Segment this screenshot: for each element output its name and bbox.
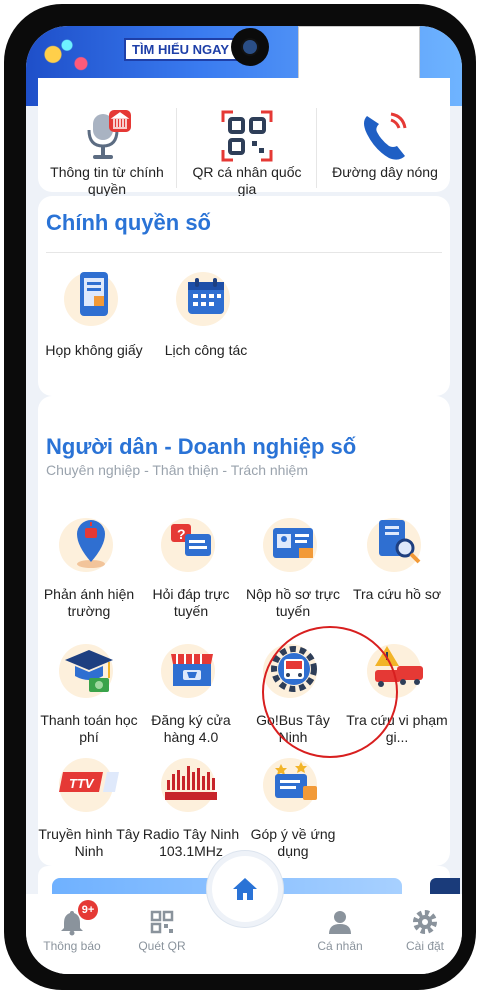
chinh-quyen-so-card: Chính quyền số Họp không giấy Lịch công …	[38, 196, 450, 396]
truyen-hinh-tay-ninh-item[interactable]: TTV Truyền hình Tây Ninh	[38, 756, 140, 860]
nav-thong-bao[interactable]: 9+ Thông báo	[36, 900, 108, 953]
notification-badge: 9+	[78, 900, 98, 920]
item-label: Truyền hình Tây Ninh	[38, 826, 140, 859]
tra-cuu-ho-so-item[interactable]: Tra cứu hồ sơ	[344, 516, 450, 603]
nav-label: Thông báo	[43, 939, 101, 953]
item-label: Góp ý về ứng dụng	[250, 826, 336, 859]
phan-anh-hien-truong-item[interactable]: Phản ánh hiện trường	[38, 516, 140, 620]
id-card-icon	[263, 516, 323, 572]
hop-khong-giay-item[interactable]: Họp không giấy	[42, 270, 146, 359]
item-label: Thanh toán học phí	[40, 712, 138, 745]
item-label: Đăng ký cửa hàng 4.0	[151, 712, 231, 745]
thanh-toan-hoc-phi-item[interactable]: Thanh toán học phí	[38, 642, 140, 746]
service-label: Thông tin từ chính quyền	[50, 164, 164, 197]
section-title: Người dân - Doanh nghiệp số	[46, 434, 357, 459]
phone-frame: TÌM HIỂU NGAY Thông tin từ chính quyền Q…	[4, 4, 476, 990]
confetti-decoration	[32, 36, 102, 82]
gop-y-ve-ung-dung-item[interactable]: Góp ý về ứng dụng	[242, 756, 344, 860]
feedback-icon	[263, 756, 323, 812]
hoi-dap-truc-tuyen-item[interactable]: ? Hỏi đáp trực tuyến	[140, 516, 242, 620]
nav-label: Cài đặt	[405, 939, 445, 953]
document-search-icon	[367, 516, 427, 572]
item-label: Họp không giấy	[45, 342, 143, 358]
shop-icon	[161, 642, 221, 698]
home-button[interactable]	[212, 856, 278, 922]
svg-text:TTV: TTV	[69, 776, 95, 791]
nav-ca-nhan[interactable]: Cá nhân	[304, 908, 376, 953]
divider	[46, 252, 442, 253]
item-label: Nộp hồ sơ trực tuyến	[245, 586, 341, 619]
service-label: Đường dây nóng	[332, 164, 438, 180]
tablet-icon	[64, 270, 124, 326]
section-subtitle: Chuyên nghiệp - Thân thiện - Trách nhiệm	[46, 462, 309, 478]
divider	[176, 108, 177, 188]
banner-screenshot-image	[298, 26, 420, 80]
item-label: Radio Tây Ninh 103.1MHz	[142, 826, 240, 859]
service-label: QR cá nhân quốc gia	[192, 164, 302, 197]
chat-question-icon: ?	[161, 516, 221, 572]
microphone-icon	[79, 108, 135, 164]
top-services-card: Thông tin từ chính quyền QR cá nhân quốc…	[38, 78, 450, 197]
service-thong-tin-chinh-quyen[interactable]: Thông tin từ chính quyền	[42, 108, 172, 198]
qr-scan-icon	[148, 908, 176, 936]
calendar-icon	[176, 270, 236, 326]
home-icon	[230, 874, 260, 904]
banner-cta-button[interactable]: TÌM HIỂU NGAY	[124, 38, 238, 61]
item-label: Tra cứu hồ sơ	[352, 586, 442, 602]
nav-label: Quét QR	[138, 939, 186, 953]
nguoi-dan-doanh-nghiep-card: Người dân - Doanh nghiệp số Chuyên nghiệ…	[38, 396, 450, 866]
bell-icon: 9+	[58, 900, 98, 936]
nav-quet-qr[interactable]: Quét QR	[126, 908, 198, 953]
svg-text:?: ?	[177, 526, 186, 542]
nav-cai-dat[interactable]: Cài đặt	[394, 908, 456, 953]
item-label: Hỏi đáp trực tuyến	[152, 586, 230, 619]
graduation-cap-icon	[59, 642, 119, 698]
camera-notch	[231, 28, 269, 66]
item-label: Phản ánh hiện trường	[43, 586, 135, 619]
tv-logo-icon: TTV	[59, 756, 119, 812]
highlight-circle	[262, 626, 398, 758]
service-qr-ca-nhan[interactable]: QR cá nhân quốc gia	[182, 108, 312, 198]
divider	[316, 108, 317, 188]
radio-tay-ninh-item[interactable]: Radio Tây Ninh 103.1MHz	[140, 756, 242, 860]
service-duong-day-nong[interactable]: Đường dây nóng	[322, 108, 448, 181]
gear-icon	[411, 908, 439, 936]
phone-icon	[357, 108, 413, 164]
app-screen: TÌM HIỂU NGAY Thông tin từ chính quyền Q…	[26, 26, 462, 974]
nav-label: Cá nhân	[317, 939, 363, 953]
radio-logo-icon	[161, 756, 221, 812]
qr-code-icon	[219, 108, 275, 164]
section-title: Chính quyền số	[46, 210, 211, 235]
lich-cong-tac-item[interactable]: Lịch công tác	[154, 270, 258, 359]
user-icon	[326, 908, 354, 936]
map-pin-icon	[59, 516, 119, 572]
dang-ky-cua-hang-item[interactable]: Đăng ký cửa hàng 4.0	[140, 642, 242, 746]
nop-ho-so-truc-tuyen-item[interactable]: Nộp hồ sơ trực tuyến	[242, 516, 344, 620]
item-label: Lịch công tác	[164, 342, 248, 358]
